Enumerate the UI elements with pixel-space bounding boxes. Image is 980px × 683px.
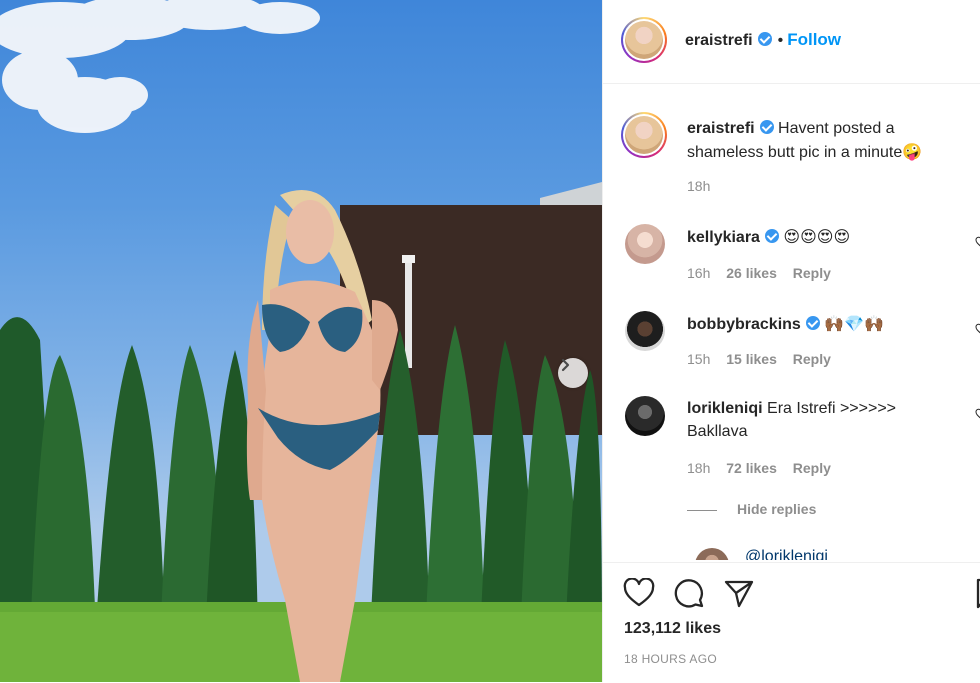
like-comment-heart-icon[interactable] xyxy=(975,236,980,248)
comment-username[interactable]: kellykiara xyxy=(687,229,760,246)
post-actions: 123,112 likes 18 HOURS AGO xyxy=(603,562,980,683)
chevron-right-icon xyxy=(561,358,570,372)
comment-username[interactable]: bobbybrackins xyxy=(687,316,801,333)
post-photo[interactable] xyxy=(0,0,602,682)
author-username[interactable]: eraistrefi xyxy=(685,32,753,49)
reply-text-block: @lorikleniqi xyxy=(745,545,828,560)
reply-button[interactable]: Reply xyxy=(793,351,831,367)
caption-text-block: eraistrefi Havent posted a shameless but… xyxy=(687,117,957,164)
hide-replies-line xyxy=(687,510,717,511)
next-photo-button[interactable] xyxy=(558,358,588,388)
share-icon[interactable] xyxy=(723,578,755,608)
like-comment-heart-icon[interactable] xyxy=(975,323,980,335)
commenter-avatar[interactable] xyxy=(625,224,665,264)
comments-list[interactable]: eraistrefi Havent posted a shameless but… xyxy=(603,84,980,560)
heart-icon[interactable] xyxy=(623,578,655,608)
separator-dot: • xyxy=(777,32,784,49)
hide-replies-button[interactable]: Hide replies xyxy=(737,501,816,517)
comment-text-block: bobbybrackins 🙌🏾💎🙌🏾 xyxy=(687,312,884,336)
comment-username[interactable]: lorikleniqi xyxy=(687,400,763,417)
comment-meta: 15h 15 likes Reply xyxy=(687,351,831,367)
comment-text: 🙌🏾💎🙌🏾 xyxy=(824,314,885,333)
comment-likes[interactable]: 15 likes xyxy=(726,351,777,367)
comment-meta: 18h 72 likes Reply xyxy=(687,460,831,476)
author-avatar[interactable] xyxy=(621,17,667,63)
like-comment-heart-icon[interactable] xyxy=(975,408,980,420)
reply-button[interactable]: Reply xyxy=(793,265,831,281)
caption-meta: 18h xyxy=(687,178,722,194)
comment-text-block: kellykiara 😍😍😍😍 xyxy=(687,225,850,249)
comment-time[interactable]: 15h xyxy=(687,351,710,367)
caption-username[interactable]: eraistrefi xyxy=(687,120,755,137)
verified-badge-icon xyxy=(805,316,820,330)
caption-emoji: 🤪 xyxy=(902,142,923,161)
bookmark-icon[interactable] xyxy=(975,578,980,610)
reply-button[interactable]: Reply xyxy=(793,460,831,476)
comment-icon[interactable] xyxy=(673,578,705,608)
post-likes-count[interactable]: 123,112 likes xyxy=(624,620,721,638)
verified-badge-icon xyxy=(764,229,779,243)
comment-time[interactable]: 16h xyxy=(687,265,710,281)
verified-badge-icon xyxy=(759,120,774,134)
comment-meta: 16h 26 likes Reply xyxy=(687,265,831,281)
commenter-avatar[interactable] xyxy=(625,396,665,436)
follow-button[interactable]: Follow xyxy=(787,30,841,49)
caption-time[interactable]: 18h xyxy=(687,178,710,194)
comment-text: 😍😍😍😍 xyxy=(783,227,851,246)
caption-avatar[interactable] xyxy=(621,112,667,158)
comment-likes[interactable]: 26 likes xyxy=(726,265,777,281)
comment-time[interactable]: 18h xyxy=(687,460,710,476)
verified-badge-icon xyxy=(757,32,772,46)
commenter-avatar[interactable] xyxy=(625,311,665,351)
post-side-panel: eraistrefi • Follow eraistrefi Havent post… xyxy=(602,0,980,682)
reply-mention[interactable]: @lorikleniqi xyxy=(745,548,828,560)
reply-avatar[interactable] xyxy=(695,548,729,560)
post-header: eraistrefi • Follow xyxy=(603,0,980,84)
post-timestamp[interactable]: 18 HOURS AGO xyxy=(624,652,717,666)
comment-text-block: lorikleniqi Era Istrefi >>>>>> Bakllava xyxy=(687,397,937,443)
comment-likes[interactable]: 72 likes xyxy=(726,460,777,476)
photo-scene xyxy=(0,0,602,682)
